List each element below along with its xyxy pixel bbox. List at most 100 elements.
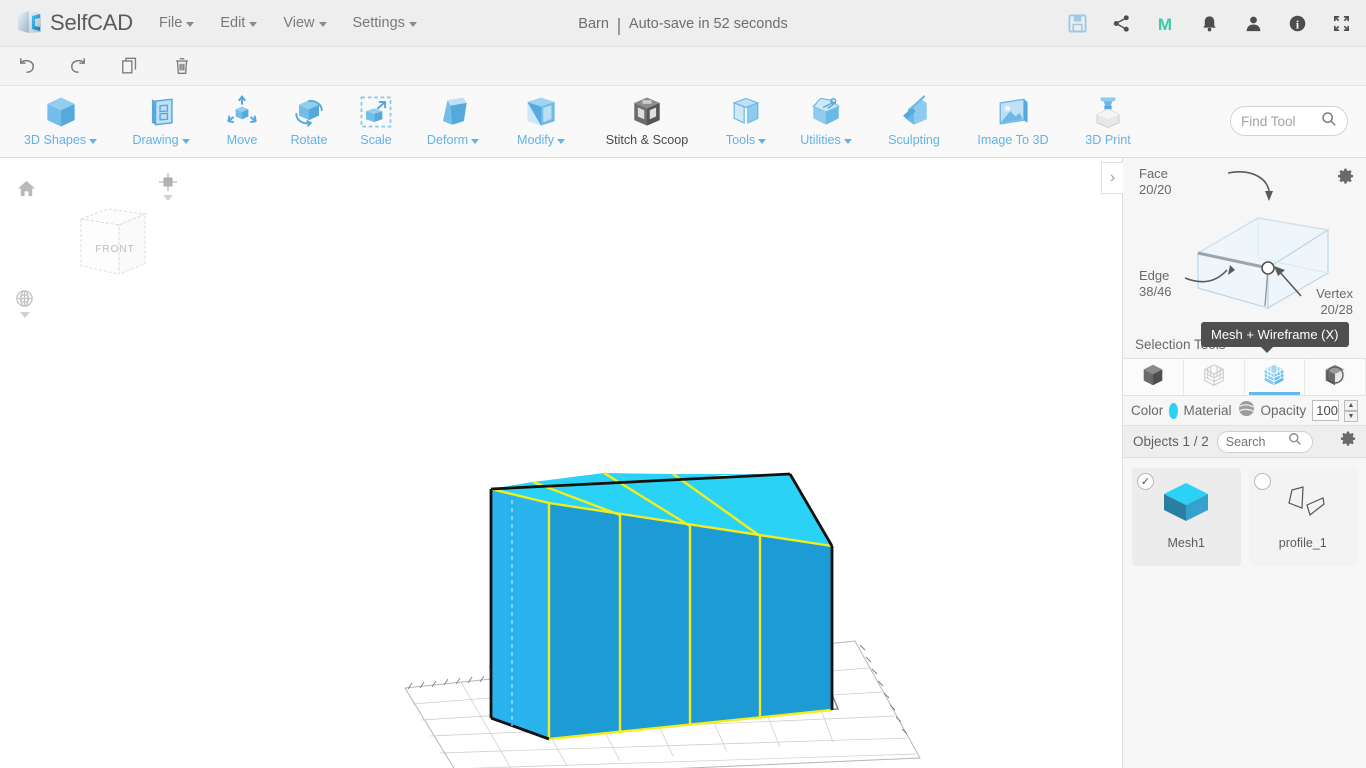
selfcad-logo-icon — [14, 8, 45, 39]
save-icon[interactable] — [1066, 13, 1088, 35]
document-title[interactable]: Barn — [578, 16, 609, 32]
tools-icon — [726, 92, 766, 132]
mode-mesh[interactable] — [1123, 359, 1184, 395]
radio-unchecked-icon[interactable] — [1253, 473, 1271, 490]
chevron-down-icon — [249, 21, 258, 27]
chevron-down-icon — [181, 138, 190, 144]
object-card-profile-1[interactable]: profile_1 — [1248, 468, 1357, 566]
objects-grid: ✓ Mesh1 profile_1 — [1123, 458, 1366, 576]
tool-utilities-label: Utilities — [800, 133, 841, 147]
opacity-input[interactable]: 100 — [1312, 400, 1339, 421]
chevron-down-icon — [89, 138, 98, 144]
tool-tools-label: Tools — [725, 133, 756, 147]
object-card-mesh1[interactable]: ✓ Mesh1 — [1132, 468, 1241, 566]
objects-search-input[interactable] — [1225, 434, 1288, 449]
tool-3d-print[interactable]: 3D Print — [1067, 86, 1149, 158]
find-tool-search[interactable] — [1230, 106, 1348, 136]
app-logo[interactable]: SelfCAD — [14, 8, 133, 39]
tool-rotate-label: Rotate — [290, 133, 328, 147]
mode-tooltip: Mesh + Wireframe (X) — [1201, 322, 1349, 353]
tool-drawing[interactable]: Drawing — [113, 86, 209, 158]
objects-settings-gear-icon[interactable] — [1340, 431, 1356, 452]
objects-count-label: Objects 1 / 2 — [1133, 434, 1209, 449]
menu-settings[interactable]: Settings — [353, 15, 417, 31]
tool-3d-print-label: 3D Print — [1085, 133, 1131, 147]
mode-wireframe[interactable] — [1183, 359, 1245, 395]
3d-viewport[interactable]: FRONT FRONT — [0, 158, 1122, 768]
undo-button[interactable] — [0, 47, 52, 86]
selection-diagram — [1184, 171, 1330, 310]
objects-search[interactable] — [1216, 430, 1313, 453]
chevron-down-icon — [843, 138, 852, 144]
app-logo-text: SelfCAD — [50, 10, 133, 35]
selection-info: Face 20/20 Edge 38/46 Vertex 20/28 — [1123, 158, 1366, 336]
copy-button[interactable] — [104, 47, 156, 86]
tool-scale-label: Scale — [360, 133, 392, 147]
tool-3d-shapes[interactable]: 3D Shapes — [8, 86, 113, 158]
search-icon[interactable] — [1288, 432, 1302, 451]
opacity-label: Opacity — [1260, 403, 1307, 418]
monogram-m-icon[interactable]: M — [1154, 13, 1176, 35]
check-icon[interactable]: ✓ — [1137, 473, 1154, 490]
mesh-wireframe-cube-icon — [1261, 362, 1287, 393]
find-tool-input[interactable] — [1241, 113, 1321, 129]
autosave-status: Auto-save in 52 seconds — [628, 15, 788, 32]
mode-transparent[interactable] — [1305, 359, 1366, 395]
opacity-decrement[interactable]: ▼ — [1344, 410, 1358, 422]
menu-settings-label: Settings — [352, 15, 405, 31]
chevron-down-icon — [471, 138, 480, 144]
edit-toolbar — [0, 47, 1366, 86]
chevron-right-icon[interactable]: › — [1101, 162, 1123, 194]
svg-text:M: M — [1158, 15, 1172, 34]
material-label[interactable]: Material — [1184, 403, 1232, 418]
objects-header: Objects 1 / 2 — [1123, 426, 1366, 458]
tool-move[interactable]: Move — [209, 86, 275, 158]
tool-tools[interactable]: Tools — [709, 86, 783, 158]
tool-sculpting-label: Sculpting — [888, 133, 940, 147]
chevron-down-icon — [758, 138, 767, 144]
redo-button[interactable] — [52, 47, 104, 86]
tool-drawing-label: Drawing — [132, 133, 179, 147]
tool-stitch-scoop-label: Stitch & Scoop — [605, 133, 689, 147]
top-menu-bar: SelfCAD File Edit View Settings Barn Aut… — [0, 0, 1366, 47]
user-account-icon[interactable] — [1242, 13, 1264, 35]
tool-scale[interactable]: Scale — [343, 86, 409, 158]
chevron-down-icon — [318, 21, 327, 27]
material-row: Color Material Opacity 100 ▲ ▼ — [1123, 396, 1366, 426]
scene-render[interactable]: FRONT — [0, 158, 1122, 768]
tool-deform[interactable]: Deform — [409, 86, 497, 158]
color-swatch[interactable] — [1169, 402, 1178, 419]
menu-edit[interactable]: Edit — [220, 15, 258, 31]
chevron-down-icon — [408, 21, 417, 27]
menu-view[interactable]: View — [283, 15, 327, 31]
tool-stitch-scoop[interactable]: Stitch & Scoop — [585, 86, 709, 158]
tool-modify-label: Modify — [516, 133, 555, 147]
share-icon[interactable] — [1110, 13, 1132, 35]
tool-move-label: Move — [226, 133, 258, 147]
menu-view-label: View — [283, 15, 315, 31]
tool-rotate[interactable]: Rotate — [275, 86, 343, 158]
move-arrows-icon — [222, 92, 262, 132]
drawing-board-icon — [141, 92, 181, 132]
cube-icon — [41, 92, 81, 132]
menu-file[interactable]: File — [158, 15, 195, 31]
menu-file-label: File — [158, 15, 183, 31]
fullscreen-icon[interactable] — [1330, 13, 1352, 35]
notifications-bell-icon[interactable] — [1198, 13, 1220, 35]
delete-button[interactable] — [156, 47, 208, 86]
solid-cube-icon — [1140, 362, 1166, 393]
object-name: profile_1 — [1278, 536, 1327, 550]
material-sphere-icon[interactable] — [1238, 400, 1255, 422]
info-icon[interactable]: i — [1286, 13, 1308, 35]
search-icon[interactable] — [1321, 111, 1337, 132]
tool-utilities[interactable]: Utilities — [783, 86, 869, 158]
tool-modify[interactable]: Modify — [497, 86, 585, 158]
opacity-stepper[interactable]: ▲ ▼ — [1344, 399, 1358, 422]
3d-print-icon — [1088, 92, 1128, 132]
display-mode-bar — [1123, 358, 1366, 396]
mode-mesh-wireframe[interactable] — [1244, 359, 1306, 395]
tool-sculpting[interactable]: Sculpting — [869, 86, 959, 158]
tool-image-to-3d[interactable]: Image To 3D — [959, 86, 1067, 158]
model-mesh1 — [489, 471, 834, 741]
opacity-increment[interactable]: ▲ — [1344, 399, 1358, 411]
